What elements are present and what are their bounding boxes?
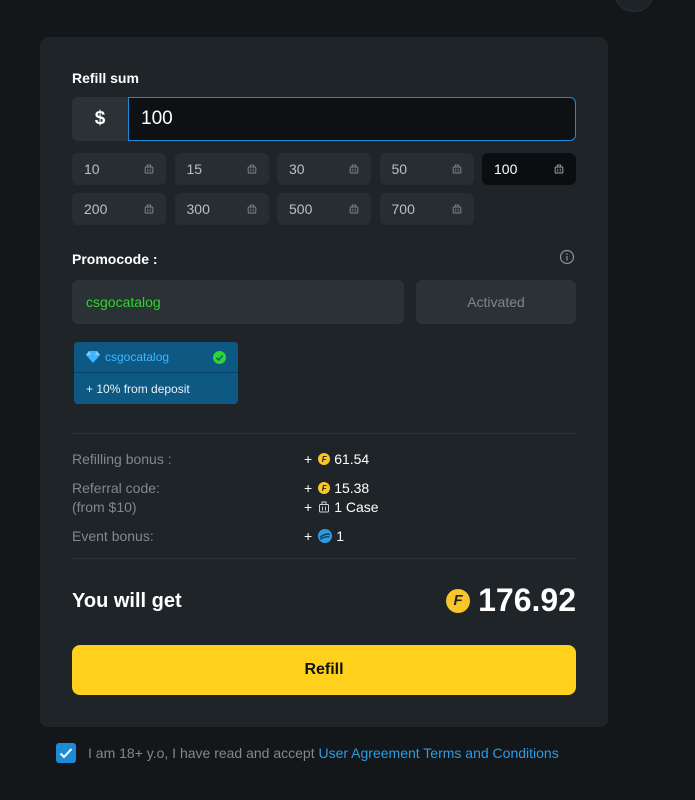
refill-button[interactable]: Refill <box>72 645 576 695</box>
case-icon <box>452 164 461 174</box>
amount-preset-label: 700 <box>391 201 415 217</box>
amount-preset-label: 300 <box>186 201 210 217</box>
referral-code-label: Referral code: <box>72 480 160 496</box>
amount-preset-label: 15 <box>186 161 203 177</box>
case-icon <box>247 204 256 214</box>
amount-preset-label: 10 <box>84 161 100 177</box>
total-value: F 176.92 <box>446 582 576 619</box>
promo-tag-bonus: + 10% from deposit <box>74 373 238 404</box>
divider <box>72 558 576 559</box>
currency-symbol: $ <box>72 97 128 141</box>
agreement-prefix: I am 18+ y.o, I have read and accept <box>88 745 315 761</box>
referral-code-sub: (from $10) <box>72 499 137 515</box>
divider <box>72 433 576 434</box>
agreement-checkbox[interactable] <box>56 743 76 763</box>
case-icon <box>144 164 154 174</box>
event-bonus-amount: 1 <box>336 528 344 544</box>
amount-preset-label: 200 <box>84 201 108 217</box>
coin-icon: F <box>446 588 471 613</box>
amount-preset-chip[interactable]: 50 <box>379 153 474 185</box>
check-circle-icon <box>213 350 226 364</box>
avatar-circle[interactable] <box>615 0 653 12</box>
agreement-text: I am 18+ y.o, I have read and accept Use… <box>88 745 559 761</box>
amount-preset-chip[interactable]: 15 <box>174 153 269 185</box>
promo-tag: csgocatalog + 10% from deposit <box>74 342 238 404</box>
plus-sign: + <box>304 451 313 467</box>
amount-preset-chip[interactable]: 100 <box>482 153 576 185</box>
promo-tag-header: csgocatalog <box>74 342 238 373</box>
promocode-input[interactable] <box>72 280 404 324</box>
agreement-row: I am 18+ y.o, I have read and accept Use… <box>56 743 559 763</box>
referral-bonus-amount: 15.38 <box>334 480 370 496</box>
referral-case-text: 1 Case <box>334 499 379 515</box>
total-label: You will get <box>72 590 182 612</box>
case-icon <box>349 204 359 214</box>
amount-preset-chip[interactable]: 10 <box>72 153 166 185</box>
refill-card: Refill sum $ 10 15 30 50 100 200 300 500 700 Pro… <box>40 37 608 727</box>
refilling-bonus-label: Refilling bonus : <box>72 451 172 467</box>
case-icon <box>349 164 359 174</box>
refill-sum-label: Refill sum <box>72 70 139 86</box>
checkmark-icon <box>59 748 73 759</box>
amount-preset-label: 500 <box>289 201 313 217</box>
plus-sign: + <box>304 480 313 496</box>
amount-presets: 10 15 30 50 100 200 300 500 700 <box>72 153 576 225</box>
refill-sum-row: $ <box>72 97 576 141</box>
promo-tag-code: csgocatalog <box>105 350 170 364</box>
plus-sign: + <box>304 528 313 544</box>
amount-preset-chip[interactable]: 30 <box>277 153 371 185</box>
case-icon <box>144 204 154 214</box>
amount-preset-chip[interactable]: 300 <box>174 193 269 225</box>
event-bonus-label: Event bonus: <box>72 528 154 544</box>
diamond-icon <box>86 351 100 363</box>
referral-bonus-value: + F 15.38 <box>304 480 369 496</box>
referral-case-value: + 1 Case <box>304 499 379 515</box>
amount-preset-chip[interactable]: 200 <box>72 193 166 225</box>
refill-sum-input[interactable] <box>128 97 576 141</box>
event-bonus-value: + 1 <box>304 528 344 544</box>
refilling-bonus-amount: 61.54 <box>334 451 370 467</box>
case-icon <box>554 164 564 174</box>
coin-icon: F <box>318 453 331 465</box>
info-icon[interactable] <box>559 249 575 265</box>
amount-preset-label: 30 <box>289 161 305 177</box>
amount-preset-chip[interactable]: 500 <box>277 193 371 225</box>
coin-icon: F <box>318 482 331 494</box>
terms-link[interactable]: User Agreement Terms and Conditions <box>319 745 559 761</box>
event-token-icon <box>318 529 333 543</box>
promocode-label: Promocode : <box>72 251 158 267</box>
activated-button[interactable]: Activated <box>416 280 576 324</box>
total-amount: 176.92 <box>478 582 576 618</box>
amount-preset-label: 50 <box>391 161 408 177</box>
refilling-bonus-value: + F 61.54 <box>304 451 369 467</box>
plus-sign: + <box>304 499 313 515</box>
case-icon <box>319 501 330 513</box>
amount-preset-label: 100 <box>494 161 518 177</box>
case-icon <box>247 164 256 174</box>
case-icon <box>452 204 461 214</box>
amount-preset-chip[interactable]: 700 <box>379 193 474 225</box>
